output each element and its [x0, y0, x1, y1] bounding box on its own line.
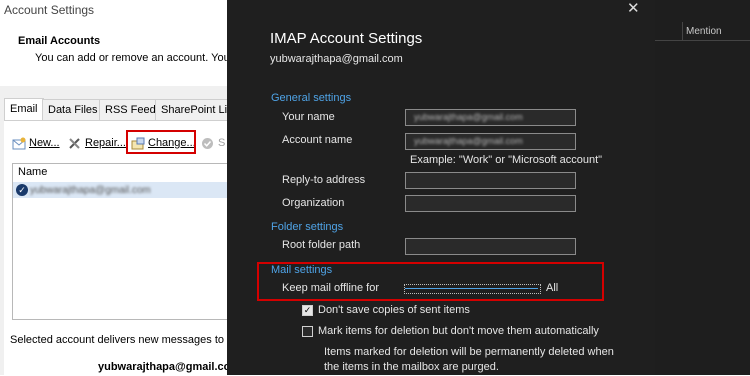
- set-default-button[interactable]: S: [201, 135, 225, 151]
- repair-account-label: Repair...: [85, 137, 126, 149]
- general-settings-heading: General settings: [271, 92, 352, 104]
- dont-save-sent-label: Don't save copies of sent items: [318, 304, 470, 316]
- repair-tools-icon: [68, 137, 82, 150]
- mail-settings-highlight-box: [257, 262, 604, 301]
- root-folder-label: Root folder path: [282, 239, 361, 251]
- dialog-account-email: yubwarajthapa@gmail.com: [270, 53, 403, 65]
- list-header-name: Name: [18, 166, 48, 178]
- organization-field[interactable]: [405, 195, 576, 212]
- account-row-email: yubwarajthapa@gmail.com: [30, 185, 151, 196]
- dialog-title: IMAP Account Settings: [270, 30, 423, 47]
- deliver-folder-email: yubwarajthapa@gmail.com: [98, 361, 241, 373]
- background-column: [655, 22, 683, 41]
- mark-deletion-label: Mark items for deletion but don't move t…: [318, 325, 599, 337]
- close-icon[interactable]: ✕: [627, 0, 640, 17]
- dont-save-sent-checkbox[interactable]: ✓: [302, 305, 313, 316]
- account-name-label: Account name: [282, 134, 353, 146]
- delivers-text: Selected account delivers new messages t…: [10, 334, 249, 346]
- deletion-note: Items marked for deletion will be perman…: [324, 346, 614, 373]
- reply-to-field[interactable]: [405, 172, 576, 189]
- check-circle-icon: [201, 137, 215, 150]
- your-name-field[interactable]: yubwarajthapa@gmail.com: [405, 109, 576, 126]
- change-highlight-box: [126, 130, 196, 154]
- mark-deletion-checkbox[interactable]: [302, 326, 313, 337]
- account-name-field[interactable]: yubwarajthapa@gmail.com: [405, 133, 576, 150]
- root-folder-field[interactable]: [405, 238, 576, 255]
- email-accounts-heading: Email Accounts: [18, 35, 101, 47]
- mention-column-header: Mention: [686, 26, 722, 37]
- account-name-example: Example: "Work" or "Microsoft account": [410, 154, 603, 166]
- new-mail-icon: [12, 137, 26, 150]
- tab-data-files[interactable]: Data Files: [42, 99, 104, 120]
- new-account-button[interactable]: New...: [12, 135, 60, 151]
- your-name-label: Your name: [282, 111, 335, 123]
- account-settings-title: Account Settings: [4, 3, 95, 17]
- repair-account-button[interactable]: Repair...: [68, 135, 126, 151]
- folder-settings-heading: Folder settings: [271, 221, 344, 233]
- tab-email[interactable]: Email: [4, 98, 44, 120]
- set-default-label: S: [218, 137, 226, 149]
- background-header-divider: [655, 40, 750, 41]
- email-accounts-subtitle: You can add or remove an account. You ca: [35, 52, 245, 64]
- organization-label: Organization: [282, 197, 345, 209]
- new-account-label: New...: [29, 137, 60, 149]
- default-account-check-icon: ✓: [16, 184, 28, 196]
- reply-to-label: Reply-to address: [282, 174, 366, 186]
- background-mail-window: [655, 0, 750, 375]
